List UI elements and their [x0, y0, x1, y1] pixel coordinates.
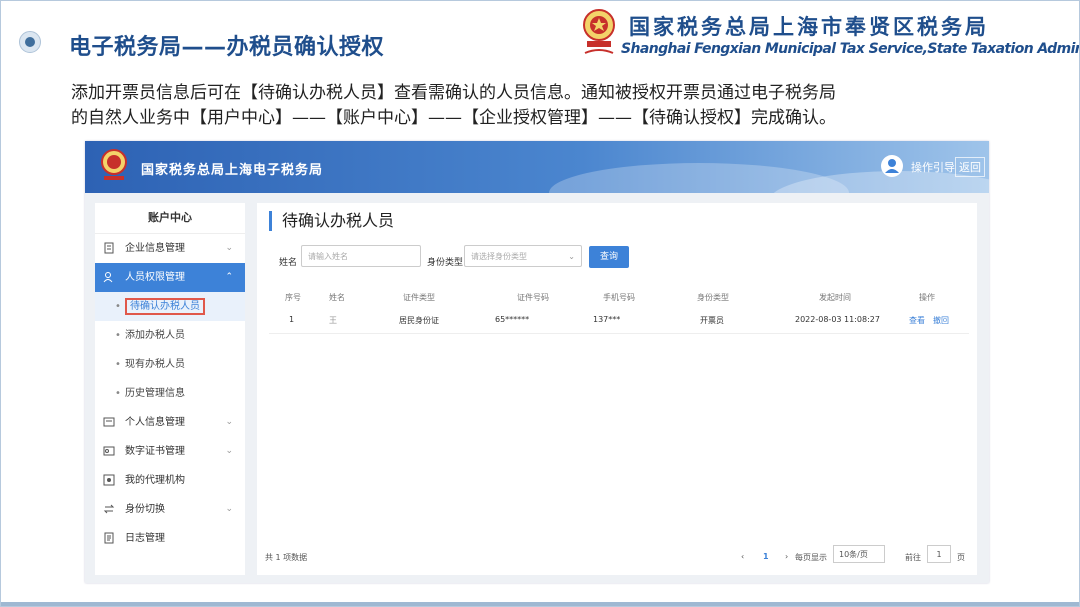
id-card-icon: [103, 417, 115, 427]
app-title: 国家税务总局上海电子税务局: [141, 163, 324, 178]
sidebar-title: 账户中心: [95, 203, 245, 234]
revoke-link[interactable]: 撤回: [933, 315, 949, 326]
column-header: 手机号码: [603, 293, 635, 302]
identity-type-label: 身份类型: [427, 258, 464, 268]
sidebar-sub-label: 待确认办税人员: [125, 298, 205, 315]
total-count: 共 1 项数据: [265, 553, 308, 562]
back-button[interactable]: 返回: [955, 157, 985, 177]
identity-type-placeholder: 请选择身份类型: [471, 252, 527, 261]
chevron-up-icon: ⌃: [225, 272, 233, 282]
sidebar-item-label: 日志管理: [125, 533, 165, 544]
column-header: 姓名: [329, 293, 345, 302]
column-header: 身份类型: [697, 293, 729, 302]
slide: 电子税务局——办税员确认授权 国家税务总局上海市奉贤区税务局 Shanghai …: [0, 0, 1080, 607]
per-page-label: 每页显示: [795, 553, 827, 562]
app-header: 国家税务总局上海电子税务局 操作引导 返回: [85, 141, 989, 193]
switch-icon: [103, 504, 115, 514]
row-divider: [269, 333, 969, 334]
chevron-down-icon: ⌄: [568, 252, 575, 261]
cell-id-number: 65******: [495, 315, 530, 324]
sidebar-item-label: 企业信息管理: [125, 243, 185, 254]
certificate-icon: [103, 446, 115, 456]
slide-title: 电子税务局——办税员确认授权: [69, 35, 385, 60]
column-header: 序号: [285, 293, 301, 302]
sidebar-sub-add[interactable]: 添加办税人员: [95, 321, 245, 350]
title-bullet-icon: [19, 31, 41, 53]
sidebar-item-certificates[interactable]: 数字证书管理 ⌄: [95, 437, 245, 466]
tax-emblem-icon: [583, 9, 615, 54]
user-circle-icon[interactable]: [881, 155, 903, 177]
chevron-down-icon: ⌄: [225, 417, 233, 427]
sidebar-sub-history[interactable]: 历史管理信息: [95, 379, 245, 408]
sidebar-item-label: 人员权限管理: [125, 272, 185, 283]
slide-bottom-bar: [1, 602, 1079, 606]
sidebar-item-agency[interactable]: 我的代理机构: [95, 466, 245, 495]
sidebar-item-label: 数字证书管理: [125, 446, 185, 457]
sidebar-item-logs[interactable]: 日志管理: [95, 524, 245, 553]
app-screenshot: 国家税务总局上海电子税务局 操作引导 返回 账户中心 企业信息管理 ⌄ 人员权限…: [85, 141, 989, 583]
sidebar-item-label: 我的代理机构: [125, 475, 185, 486]
sidebar-item-personal-info[interactable]: 个人信息管理 ⌄: [95, 408, 245, 437]
column-header: 操作: [919, 293, 935, 302]
view-link[interactable]: 查看: [909, 315, 925, 326]
sidebar-sub-label: 添加办税人员: [125, 330, 185, 341]
cell-identity: 开票员: [700, 316, 724, 325]
chevron-down-icon: ⌄: [225, 504, 233, 514]
cell-name: 王: [329, 316, 337, 325]
tax-emblem-icon: [101, 149, 127, 180]
sidebar-sub-existing[interactable]: 现有办税人员: [95, 350, 245, 379]
main-panel: 待确认办税人员 姓名 请输入姓名 身份类型 请选择身份类型 ⌄ 查询 序号 姓名…: [257, 203, 977, 575]
log-icon: [104, 532, 114, 544]
per-page-select[interactable]: 10条/页: [833, 545, 885, 563]
current-page[interactable]: 1: [763, 552, 769, 561]
cell-phone: 137***: [593, 315, 621, 324]
name-input[interactable]: 请输入姓名: [301, 245, 421, 267]
column-header: 证件号码: [517, 293, 549, 302]
bureau-name-cn: 国家税务总局上海市奉贤区税务局: [629, 15, 989, 39]
sidebar-item-label: 个人信息管理: [125, 417, 185, 428]
agency-icon: [103, 474, 115, 486]
sidebar-sub-label: 现有办税人员: [125, 359, 185, 370]
name-label: 姓名: [279, 258, 298, 268]
bureau-name-en: Shanghai Fengxian Municipal Tax Service,…: [621, 41, 1079, 57]
sidebar-item-permissions[interactable]: 人员权限管理 ⌃: [95, 263, 245, 292]
person-lock-icon: [103, 272, 113, 283]
sidebar-item-company-info[interactable]: 企业信息管理 ⌄: [95, 234, 245, 263]
column-header: 发起时间: [819, 293, 851, 302]
next-page-button[interactable]: ›: [785, 552, 788, 561]
column-header: 证件类型: [403, 293, 435, 302]
chevron-down-icon: ⌄: [225, 243, 233, 253]
description-line: 的自然人业务中【用户中心】——【账户中心】——【企业授权管理】——【待确认授权】…: [71, 108, 836, 128]
guide-link[interactable]: 操作引导: [911, 159, 955, 175]
prev-page-button[interactable]: ‹: [741, 552, 744, 561]
goto-page-input[interactable]: 1: [927, 545, 951, 563]
cell-id-type: 居民身份证: [399, 316, 439, 325]
sidebar-item-label: 身份切换: [125, 504, 165, 515]
query-button[interactable]: 查询: [589, 246, 629, 268]
page-title: 待确认办税人员: [269, 211, 394, 231]
cell-index: 1: [289, 315, 295, 324]
sidebar-item-switch-identity[interactable]: 身份切换 ⌄: [95, 495, 245, 524]
description-line: 添加开票员信息后可在【待确认办税人员】查看需确认的人员信息。通知被授权开票员通过…: [71, 83, 836, 103]
sidebar-sub-pending[interactable]: 待确认办税人员: [95, 292, 245, 321]
cell-time: 2022-08-03 11:08:27: [795, 315, 880, 324]
sidebar: 账户中心 企业信息管理 ⌄ 人员权限管理 ⌃ 待确认办税人员 添加办税人员 现有…: [95, 203, 245, 575]
description: 添加开票员信息后可在【待确认办税人员】查看需确认的人员信息。通知被授权开票员通过…: [71, 81, 1001, 131]
chevron-down-icon: ⌄: [225, 446, 233, 456]
sidebar-sub-label: 历史管理信息: [125, 388, 185, 399]
identity-type-select[interactable]: 请选择身份类型 ⌄: [464, 245, 582, 267]
goto-label: 前往: [905, 553, 921, 562]
building-icon: [104, 242, 114, 254]
page-unit: 页: [957, 553, 965, 562]
